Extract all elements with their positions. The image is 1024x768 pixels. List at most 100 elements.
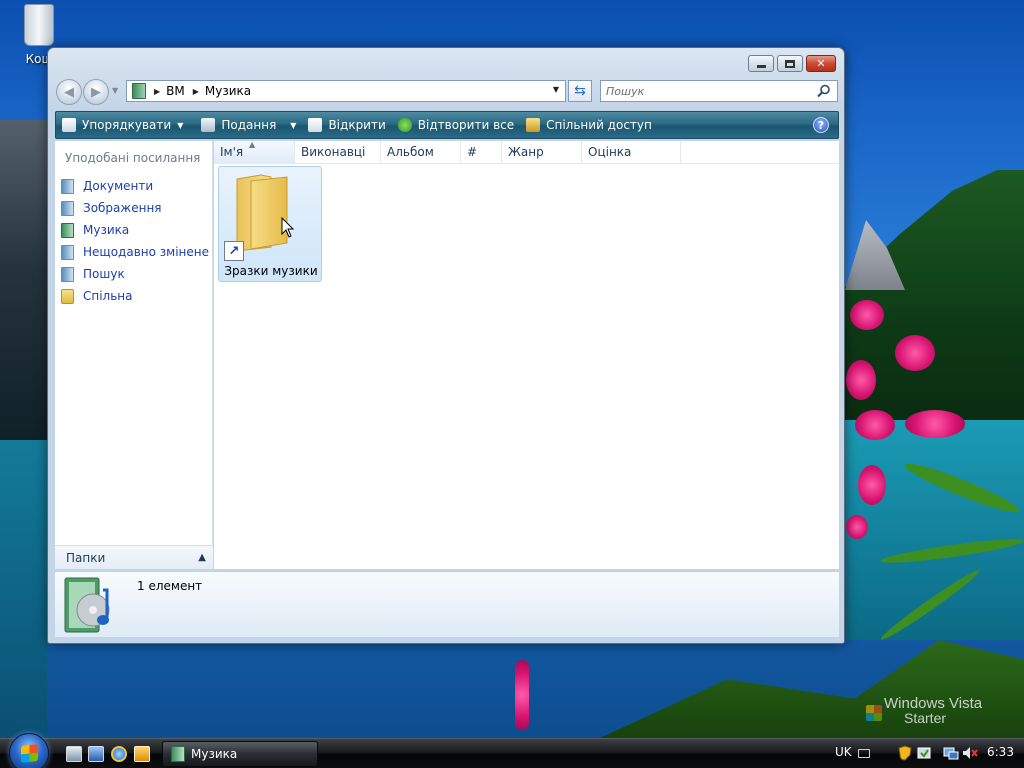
taskbar-button-music[interactable]: Музика [162, 741, 318, 767]
command-bar: Упорядкувати ▼ Подання ▼ Відкрити Відтво… [55, 111, 839, 139]
music-icon [61, 222, 74, 238]
column-label: Ім'я [220, 145, 244, 159]
public-folder-icon [61, 288, 74, 304]
refresh-button[interactable]: ⇆ [568, 80, 592, 102]
internet-explorer-icon[interactable] [111, 746, 127, 762]
share-label: Спільний доступ [546, 118, 652, 132]
show-desktop-icon[interactable] [66, 746, 82, 762]
forward-arrow-icon: ▶ [91, 84, 101, 100]
language-indicator[interactable]: UK [835, 745, 852, 759]
play-all-label: Відтворити все [417, 118, 515, 132]
clock[interactable]: 6:33 [987, 745, 1014, 759]
searches-icon [61, 266, 74, 282]
column-header-name[interactable]: ▲ Ім'я [214, 140, 295, 163]
navigation-pane: Уподобані посилання Документи Зображення… [55, 141, 213, 569]
open-label: Відкрити [328, 118, 386, 132]
address-dropdown-icon[interactable]: ▼ [553, 85, 559, 94]
back-arrow-icon: ◀ [64, 84, 74, 100]
search-input[interactable] [601, 82, 801, 100]
wallpaper-flower [515, 660, 529, 730]
column-label: Альбом [387, 145, 434, 159]
open-icon [308, 118, 323, 132]
organize-label: Упорядкувати [82, 118, 172, 132]
close-icon: ✕ [816, 57, 826, 70]
folders-toggle[interactable]: Папки ▲ [55, 545, 213, 569]
column-header-album[interactable]: Альбом [381, 141, 461, 163]
recent-icon [61, 244, 74, 260]
favorite-links-title: Уподобані посилання [65, 151, 201, 165]
keyboard-icon[interactable] [858, 749, 870, 758]
sidebar-item-searches[interactable]: Пошук [61, 263, 211, 285]
search-icon[interactable] [817, 84, 831, 98]
organize-icon [62, 118, 76, 132]
refresh-icon: ⇆ [574, 83, 586, 99]
sidebar-item-pictures[interactable]: Зображення [61, 197, 211, 219]
breadcrumb-separator-icon[interactable]: ▶ [154, 87, 160, 96]
watermark-line1: Windows Vista [884, 695, 983, 712]
windows-logo-icon [866, 705, 882, 721]
sidebar-item-music[interactable]: Музика [61, 219, 211, 241]
play-all-button[interactable]: Відтворити все [392, 113, 520, 137]
music-library-large-icon [64, 577, 110, 633]
volume-muted-icon[interactable] [962, 745, 978, 761]
maximize-icon [785, 59, 795, 68]
sidebar-item-documents[interactable]: Документи [61, 175, 211, 197]
recent-pages-dropdown[interactable]: ▼ [112, 86, 118, 95]
mouse-cursor-icon [281, 217, 295, 238]
details-pane: 1 елемент [55, 571, 839, 637]
column-label: # [467, 145, 478, 159]
music-library-icon [132, 83, 146, 99]
windows-vista-watermark: Windows Vista Starter [866, 695, 983, 725]
sidebar-item-label: Пошук [83, 267, 125, 281]
folders-label: Папки [66, 550, 106, 565]
open-button[interactable]: Відкрити [302, 113, 391, 137]
column-header-genre[interactable]: Жанр [502, 141, 582, 163]
organize-button[interactable]: Упорядкувати ▼ [56, 113, 189, 137]
caption-buttons: ✕ [748, 55, 836, 72]
start-button[interactable] [9, 733, 49, 768]
network-icon[interactable] [943, 745, 959, 761]
column-headers: ▲ Ім'я Виконавці Альбом # Жанр Оцінка [214, 140, 839, 164]
sidebar-item-label: Нещодавно змінене [83, 245, 209, 259]
sidebar-item-recent[interactable]: Нещодавно змінене [61, 241, 211, 263]
chevron-up-icon: ▲ [198, 552, 206, 563]
play-icon [397, 118, 412, 132]
back-button[interactable]: ◀ [56, 79, 82, 105]
forward-button[interactable]: ▶ [83, 79, 109, 105]
help-button[interactable]: ? [813, 117, 829, 133]
breadcrumb-separator-icon[interactable]: ▶ [193, 87, 199, 96]
sidebar-item-label: Зображення [83, 201, 162, 215]
navigation-row: ◀ ▶ ▼ ▶ ВМ ▶ Музика ▼ ⇆ [54, 78, 840, 106]
file-item[interactable]: ↗ Зразки музики [218, 166, 322, 282]
address-bar[interactable]: ▶ ВМ ▶ Музика ▼ [126, 80, 566, 102]
breadcrumb-music[interactable]: Музика [205, 84, 251, 98]
column-label: Оцінка [588, 145, 632, 159]
breadcrumb-user[interactable]: ВМ [166, 84, 185, 98]
chevron-down-icon: ▼ [290, 120, 297, 130]
file-list-view[interactable]: ▲ Ім'я Виконавці Альбом # Жанр Оцінка ↗ … [214, 140, 839, 569]
updates-icon[interactable] [916, 745, 932, 761]
shortcut-arrow-icon: ↗ [224, 241, 244, 261]
views-label: Подання [221, 118, 277, 132]
column-header-rating[interactable]: Оцінка [582, 141, 681, 163]
maximize-button[interactable] [777, 55, 803, 72]
minimize-button[interactable] [748, 55, 774, 72]
search-box[interactable] [600, 80, 838, 102]
item-count: 1 елемент [137, 579, 203, 593]
column-label: Жанр [508, 145, 544, 159]
media-player-icon[interactable] [134, 746, 150, 762]
share-icon [526, 118, 541, 132]
security-shield-icon[interactable] [897, 745, 913, 761]
views-icon [201, 118, 216, 132]
close-button[interactable]: ✕ [806, 55, 836, 72]
file-name: Зразки музики [224, 264, 318, 278]
sidebar-item-label: Спільна [83, 289, 133, 303]
switch-windows-icon[interactable] [88, 746, 104, 762]
share-button[interactable]: Спільний доступ [520, 113, 658, 137]
column-header-track-number[interactable]: # [461, 141, 502, 163]
sidebar-item-public[interactable]: Спільна [61, 285, 211, 307]
wallpaper-flower [905, 410, 965, 438]
column-header-artists[interactable]: Виконавці [295, 141, 381, 163]
explorer-window: ✕ ◀ ▶ ▼ ▶ ВМ ▶ Музика ▼ ⇆ Упорядкувати ▼ [47, 47, 845, 644]
music-library-icon [171, 746, 185, 762]
